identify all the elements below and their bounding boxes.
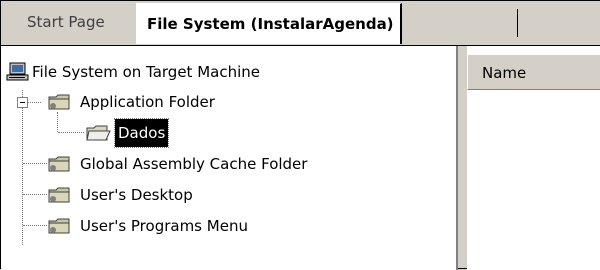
tree-item-label: Application Folder xyxy=(80,93,215,111)
tab-start-page[interactable]: Start Page xyxy=(15,5,117,39)
tree-item-label: Global Assembly Cache Folder xyxy=(80,155,308,173)
tree-item-dados[interactable]: Dados xyxy=(85,118,170,148)
folder-icon xyxy=(47,92,73,112)
open-folder-icon xyxy=(85,123,111,143)
tree-item-gac-folder[interactable]: Global Assembly Cache Folder xyxy=(47,150,310,178)
file-list[interactable]: Name xyxy=(467,46,600,270)
collapse-toggle[interactable] xyxy=(17,97,28,108)
folder-icon xyxy=(47,154,73,174)
tree-root[interactable]: File System on Target Machine xyxy=(5,58,263,86)
tab-strip: Start Page File System (InstalarAgenda) xyxy=(1,1,600,46)
tree-item-label: User's Desktop xyxy=(80,186,193,204)
folder-icon xyxy=(47,185,73,205)
tree-line xyxy=(23,163,47,164)
tree-line xyxy=(23,194,47,195)
tree-line xyxy=(23,225,47,226)
tree-item-users-desktop[interactable]: User's Desktop xyxy=(47,181,196,209)
folder-icon xyxy=(47,216,73,236)
tree-item-application-folder[interactable]: Application Folder xyxy=(47,88,218,116)
tab-file-system[interactable]: File System (InstalarAgenda) xyxy=(136,3,402,44)
window-frame: Start Page File System (InstalarAgenda) … xyxy=(0,0,600,270)
tree-item-users-programs-menu[interactable]: User's Programs Menu xyxy=(47,212,251,240)
tab-separator xyxy=(517,9,518,37)
file-system-tree[interactable]: File System on Target Machine Applicatio… xyxy=(1,46,458,270)
tree-item-label: Dados xyxy=(113,118,170,148)
tree-root-label: File System on Target Machine xyxy=(32,63,260,81)
computer-icon xyxy=(5,62,31,82)
tree-line xyxy=(58,132,84,133)
column-header-name[interactable]: Name xyxy=(467,54,600,90)
tree-line xyxy=(22,90,23,245)
tree-item-label: User's Programs Menu xyxy=(80,217,248,235)
